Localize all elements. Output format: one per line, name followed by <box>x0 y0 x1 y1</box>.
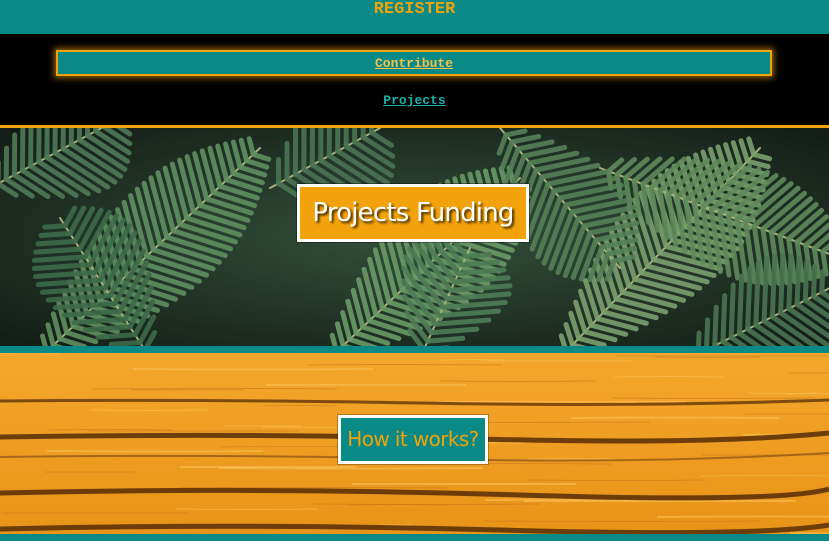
teal-divider <box>0 346 829 353</box>
bottom-teal-divider <box>0 534 829 541</box>
hero-title: Projects Funding <box>312 198 514 228</box>
top-bar: REGISTER <box>0 0 829 34</box>
nav-area: Contribute Projects <box>0 34 829 125</box>
hero-section: Projects Funding <box>0 128 829 346</box>
how-it-works-section: How it works? <box>0 353 829 534</box>
register-link[interactable]: REGISTER <box>374 1 456 18</box>
contribute-nav-item[interactable]: Contribute <box>56 50 772 76</box>
how-it-works-button[interactable]: How it works? <box>338 415 488 464</box>
projects-nav-item: Projects <box>0 91 829 109</box>
hero-title-box: Projects Funding <box>297 184 529 242</box>
contribute-link[interactable]: Contribute <box>375 56 453 71</box>
how-it-works-label: How it works? <box>347 427 479 451</box>
projects-link[interactable]: Projects <box>383 93 445 108</box>
